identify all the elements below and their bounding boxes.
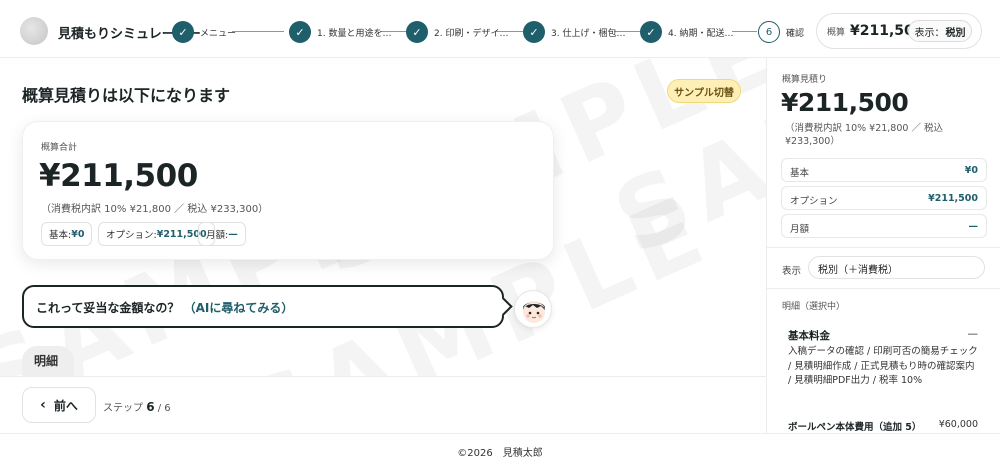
step-number: 6 [758,21,780,43]
sidebar-row-basic: 基本 ¥0 [781,158,987,182]
check-icon: ✓ [523,21,545,43]
step-connector [232,31,284,32]
detail-item-value: — [967,328,979,340]
detail-item-title: ボールペン本体費用（追加 5） [788,422,922,433]
display-select[interactable]: 税別（＋消費税） [808,256,985,279]
step-menu[interactable]: ✓ メニュー [172,20,236,44]
chip-monthly: 月額: — [198,222,246,246]
row-key: 基本 [790,168,810,179]
step-connector [732,31,757,32]
step-label: メニュー [200,28,237,39]
chip-basic: 基本: ¥0 [41,222,93,246]
detail-tab[interactable]: 明細 [22,346,74,376]
assistant-avatar[interactable] [514,290,552,328]
detail-item-description: 入稿データの確認 / 印刷可否の簡易チェック / 見積明細作成 / 正式見積もり… [788,346,978,386]
chip-key: 基本: [49,230,72,241]
estimate-amount: ¥211,500 [39,158,198,194]
row-value: ¥0 [964,165,978,176]
tax-display-toggle[interactable]: 表示： 税別 [908,20,972,42]
step-3[interactable]: ✓ 3. 仕上げ・梱包… [523,20,625,44]
detail-item-value: ¥60,000 [938,419,978,430]
tax-display-value: 税別 [945,27,966,39]
row-key: 月額 [790,224,810,235]
row-value: — [968,221,979,232]
row-key: オプション [790,196,838,207]
step-label: 3. 仕上げ・梱包… [551,28,626,39]
ai-ask-link[interactable]: （AIに尋ねてみる） [184,301,294,315]
step-4[interactable]: ✓ 4. 納期・配送… [640,20,733,44]
display-label: 表示 [782,266,802,277]
page-title: 概算見積りは以下になります [22,86,231,105]
tax-display-label: 表示： [914,27,945,39]
sidebar-row-option: オプション ¥211,500 [781,186,987,210]
estimate-card: 概算合計 ¥211,500 （消費税内訳 10% ¥21,800 ／ 税込 ¥2… [22,121,554,260]
chip-value: — [228,228,238,240]
step-prefix: ステップ [103,403,143,414]
detail-heading: 明細（選択中） [782,302,846,312]
header: 見積もりシミュレーター ✓ メニュー ✓ 1. 数量と用途を… ✓ 2. 印刷・… [0,0,1000,58]
check-icon: ✓ [289,21,311,43]
prev-button[interactable]: ‹ 前へ [22,387,96,423]
estimate-tax-note: （消費税内訳 10% ¥21,800 ／ 税込 ¥233,300） [41,204,269,215]
assistant-face-icon [523,301,545,323]
header-total-label: 概算 [827,28,846,38]
stepper: ✓ メニュー ✓ 1. 数量と用途を… ✓ 2. 印刷・デザイ… ✓ 3. 仕上… [172,20,812,44]
chip-value: ¥0 [71,228,85,240]
sample-toggle-button[interactable]: サンプル切替 [667,79,741,103]
main-content: SAMPLE SAMPLE SAMPLE SAMPLE 概算見積りは以下になりま… [0,58,766,376]
step-1[interactable]: ✓ 1. 数量と用途を… [289,20,391,44]
row-value: ¥211,500 [928,193,978,204]
step-confirm[interactable]: 6 確認 [758,20,804,44]
footer-copyright: ©2026 見積太郎 [457,448,543,459]
ai-question-bubble[interactable]: これって妥当な金額なの？ （AIに尋ねてみる） [22,285,504,328]
check-icon: ✓ [172,21,194,43]
chip-key: オプション: [106,230,157,241]
sidebar-row-monthly: 月額 — [781,214,987,238]
step-current: 6 [146,400,155,414]
sidebar-amount: ¥211,500 [781,88,909,117]
step-total: / 6 [157,403,171,414]
bottom-navigation: ‹ 前へ ステップ 6 / 6 [0,376,766,433]
app-logo [20,17,48,45]
check-icon: ✓ [406,21,428,43]
step-2[interactable]: ✓ 2. 印刷・デザイ… [406,20,508,44]
prev-label: 前へ [53,398,78,413]
step-label: 4. 納期・配送… [668,28,734,39]
chip-key: 月額: [206,230,229,241]
step-label: 1. 数量と用途を… [317,28,392,39]
ai-question: これって妥当な金額なの？ （AIに尋ねてみる） [36,299,293,316]
sidebar-label: 概算見積り [782,75,828,85]
detail-item-title: 基本料金 [788,330,830,342]
sidebar-tax-note: （消費税内訳 10% ¥21,800 ／ 税込 ¥233,300） [785,123,943,147]
check-icon: ✓ [640,21,662,43]
step-label: 2. 印刷・デザイ… [434,28,509,39]
estimate-label: 概算合計 [41,143,78,153]
divider [767,288,1000,289]
footer: ©2026 見積太郎 [0,433,1000,462]
chevron-left-icon: ‹ [40,397,46,413]
divider [767,247,1000,248]
header-total-summary: 概算 ¥211,500 表示： 税別 [816,13,982,49]
step-counter: ステップ 6 / 6 [103,399,171,414]
ai-question-text: これって妥当な金額なの？ [36,301,180,315]
summary-sidebar[interactable]: 概算見積り ¥211,500 （消費税内訳 10% ¥21,800 ／ 税込 ¥… [766,58,1000,433]
step-label: 確認 [786,28,805,39]
